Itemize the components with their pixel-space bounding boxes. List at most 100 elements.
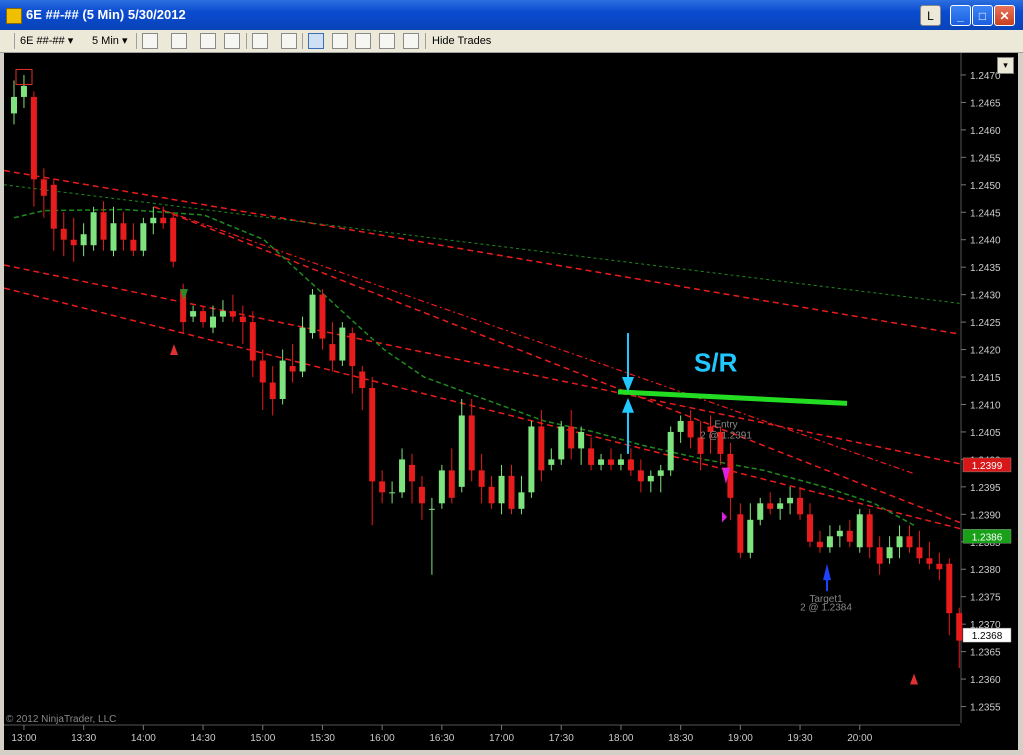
candle-down bbox=[369, 388, 376, 482]
indicator-add-icon[interactable] bbox=[200, 33, 216, 49]
candle-down bbox=[60, 228, 67, 240]
candle-down bbox=[239, 316, 246, 323]
alert-icon[interactable] bbox=[379, 33, 395, 49]
candle-up bbox=[836, 530, 843, 537]
candle-up bbox=[20, 85, 27, 97]
strategy-icon[interactable] bbox=[224, 33, 240, 49]
price-marker-red-label: 1.2399 bbox=[972, 461, 1003, 472]
interval-selector[interactable]: 5 Min ▾ bbox=[92, 33, 128, 49]
x-tick-label: 13:30 bbox=[71, 733, 96, 744]
sr-label: S/R bbox=[694, 348, 738, 378]
candle-down bbox=[637, 470, 644, 482]
window-title: 6E ##-## (5 Min) 5/30/2012 bbox=[26, 7, 186, 22]
candle-down bbox=[797, 497, 804, 515]
hide-icon[interactable] bbox=[403, 33, 419, 49]
y-tick-label: 1.2390 bbox=[970, 510, 1001, 521]
candle-down bbox=[160, 217, 167, 224]
window-border bbox=[1018, 53, 1023, 750]
y-tick-label: 1.2415 bbox=[970, 373, 1001, 384]
maximize-button[interactable]: □ bbox=[972, 5, 993, 26]
candle-up bbox=[339, 327, 346, 361]
close-button[interactable]: ✕ bbox=[994, 5, 1015, 26]
x-tick-label: 13:00 bbox=[11, 733, 36, 744]
chevron-down-icon: ▾ bbox=[1003, 60, 1008, 70]
x-tick-label: 14:30 bbox=[191, 733, 216, 744]
candle-down bbox=[807, 514, 813, 542]
candle-up bbox=[548, 459, 555, 465]
candle-up bbox=[399, 459, 406, 493]
toolbar-separator bbox=[425, 33, 426, 49]
candle-up bbox=[826, 536, 833, 548]
y-tick-label: 1.2420 bbox=[970, 346, 1001, 357]
trendline bbox=[3, 169, 961, 335]
price-marker-green-label: 1.2386 bbox=[972, 532, 1003, 543]
window-title-bar: 6E ##-## (5 Min) 5/30/2012 L _ □ ✕ bbox=[0, 0, 1023, 30]
toolbar-separator bbox=[14, 33, 15, 49]
y-tick-label: 1.2365 bbox=[970, 648, 1001, 659]
instrument-selector[interactable]: 6E ##-## ▾ bbox=[20, 33, 73, 49]
candle-down bbox=[608, 459, 614, 465]
candle-down bbox=[448, 470, 455, 498]
properties-icon[interactable] bbox=[355, 33, 371, 49]
candle-down bbox=[259, 360, 266, 383]
x-tick-label: 17:30 bbox=[549, 733, 574, 744]
candle-up bbox=[647, 475, 654, 482]
data-box-icon[interactable] bbox=[332, 33, 348, 49]
candle-up bbox=[279, 360, 286, 399]
candle-up bbox=[299, 327, 306, 372]
candle-up bbox=[598, 459, 605, 465]
candle-down bbox=[418, 486, 425, 504]
candle-up bbox=[667, 431, 674, 471]
candle-up bbox=[90, 212, 97, 246]
toolbar-separator bbox=[302, 33, 303, 49]
x-tick-label: 20:00 bbox=[847, 733, 872, 744]
y-tick-label: 1.2435 bbox=[970, 263, 1001, 274]
candle-down bbox=[409, 464, 415, 482]
candle-down bbox=[70, 239, 77, 246]
chart-trader-icon[interactable] bbox=[308, 33, 324, 49]
y-tick-label: 1.2450 bbox=[970, 181, 1001, 192]
zoom-icon[interactable] bbox=[281, 33, 297, 49]
y-tick-label: 1.2395 bbox=[970, 483, 1001, 494]
candle-down bbox=[229, 311, 236, 317]
x-tick-label: 19:30 bbox=[788, 733, 813, 744]
candle-up bbox=[777, 503, 784, 509]
y-tick-label: 1.2465 bbox=[970, 98, 1001, 109]
link-button[interactable]: L bbox=[920, 5, 941, 26]
candle-down bbox=[926, 558, 933, 564]
candle-down bbox=[50, 184, 57, 229]
x-tick-label: 14:00 bbox=[131, 733, 156, 744]
candle-down bbox=[916, 547, 923, 559]
entry-label: Entry bbox=[714, 420, 737, 431]
price-chart[interactable]: 1.24701.24651.24601.24551.24501.24451.24… bbox=[3, 53, 1018, 750]
x-tick-label: 16:30 bbox=[429, 733, 454, 744]
candle-up bbox=[458, 415, 465, 487]
candle-up bbox=[438, 470, 445, 504]
candle-up bbox=[309, 294, 316, 334]
y-tick-label: 1.2410 bbox=[970, 400, 1001, 411]
y-tick-label: 1.2375 bbox=[970, 593, 1001, 604]
cursor-icon[interactable] bbox=[252, 33, 268, 49]
candle-up bbox=[896, 536, 903, 548]
candle-up bbox=[11, 96, 17, 114]
app-icon bbox=[6, 8, 22, 24]
y-tick-label: 1.2425 bbox=[970, 318, 1001, 329]
hide-trades-button[interactable]: Hide Trades bbox=[432, 33, 491, 49]
candle-down bbox=[30, 96, 37, 180]
entry-fill-icon bbox=[722, 511, 727, 523]
candle-down bbox=[379, 481, 386, 493]
y-tick-label: 1.2405 bbox=[970, 428, 1001, 439]
draw-pencil-icon[interactable] bbox=[171, 33, 187, 49]
y-tick-label: 1.2455 bbox=[970, 153, 1001, 164]
candle-up bbox=[80, 234, 87, 246]
y-tick-label: 1.2440 bbox=[970, 236, 1001, 247]
bar-type-icon[interactable] bbox=[142, 33, 158, 49]
candle-up bbox=[578, 431, 585, 449]
y-tick-label: 1.2380 bbox=[970, 565, 1001, 576]
x-tick-label: 15:30 bbox=[310, 733, 335, 744]
chart-menu-button[interactable]: ▾ bbox=[997, 57, 1014, 74]
chevron-down-icon: ▾ bbox=[67, 35, 74, 47]
chart-panel[interactable]: 1.2470 1.2465 1.2460 1.2455 1.2450 1.2445 1.24… bbox=[3, 53, 1018, 750]
minimize-button[interactable]: _ bbox=[950, 5, 971, 26]
candle-down bbox=[936, 563, 943, 570]
